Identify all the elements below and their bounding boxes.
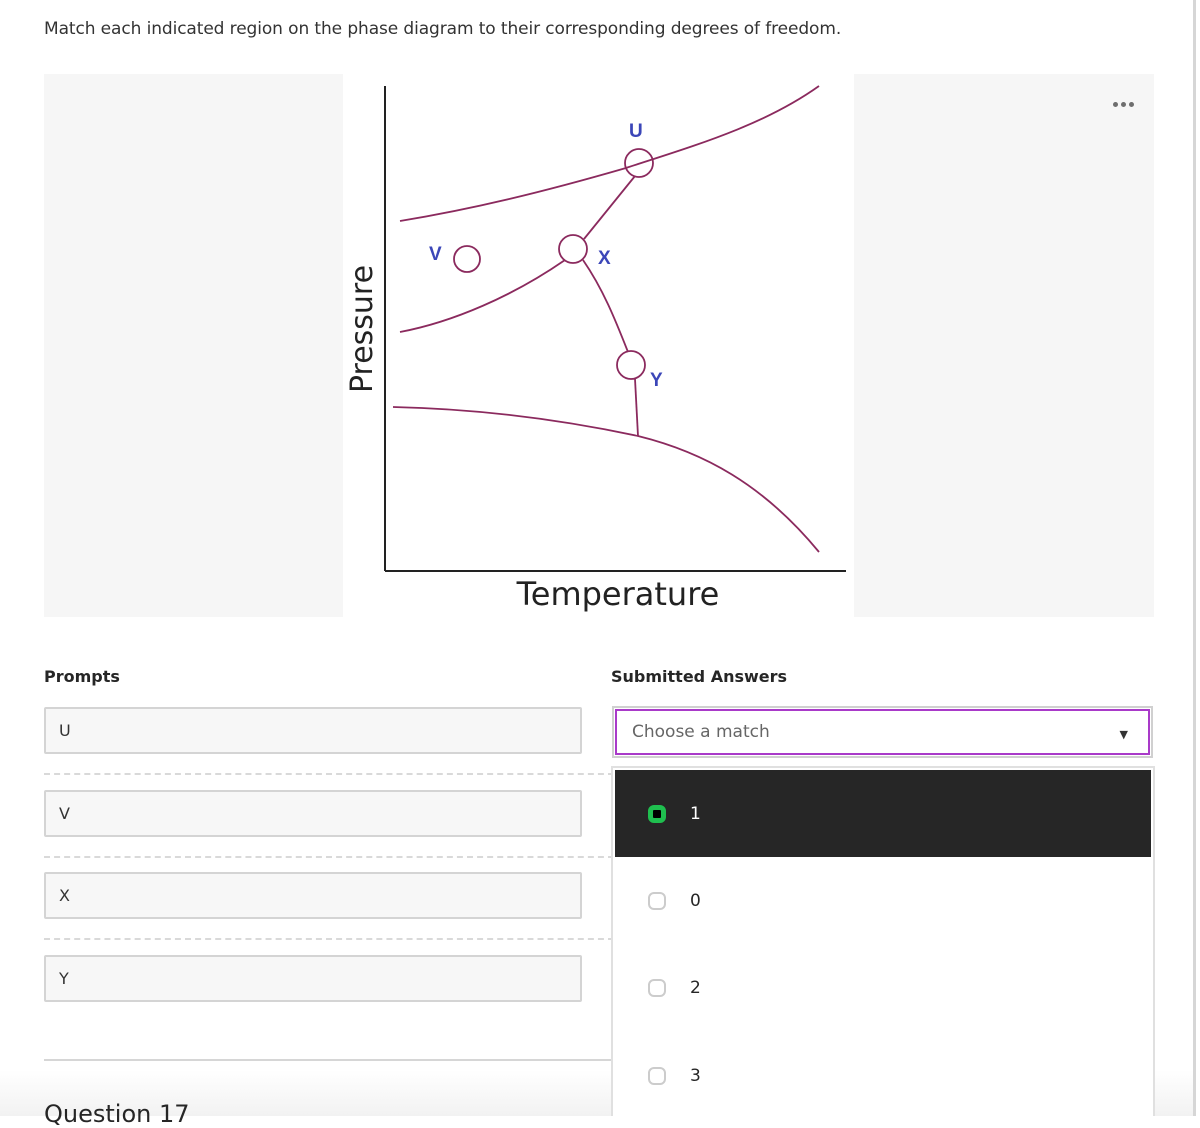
tie-line-x-y bbox=[582, 259, 629, 353]
submitted-answers-heading: Submitted Answers bbox=[611, 667, 788, 686]
radio-icon bbox=[648, 978, 666, 997]
section-divider bbox=[44, 1059, 614, 1061]
row-divider bbox=[44, 773, 614, 775]
page-scrollbar[interactable] bbox=[1193, 0, 1196, 1116]
radio-selected-icon bbox=[648, 804, 666, 823]
option-label: 2 bbox=[690, 977, 701, 998]
tie-line-y-lower bbox=[634, 378, 639, 437]
phase-boundary-lower bbox=[392, 406, 820, 553]
tie-line-u-x bbox=[583, 175, 636, 240]
y-axis-label: Pressure bbox=[345, 265, 380, 393]
point-v-marker bbox=[453, 245, 481, 273]
x-axis-label: Temperature bbox=[516, 575, 720, 613]
match-select-focus-ring: Choose a match ▼ bbox=[615, 709, 1150, 755]
more-horizontal-icon bbox=[1112, 101, 1118, 107]
match-option-0[interactable]: 0 bbox=[615, 857, 1151, 944]
match-select-placeholder: Choose a match bbox=[632, 722, 770, 742]
point-label-v: V bbox=[429, 244, 442, 265]
prompts-heading: Prompts bbox=[44, 667, 120, 686]
match-options-dropdown: 1 0 2 3 bbox=[611, 766, 1155, 1116]
image-more-options-button[interactable] bbox=[1108, 96, 1138, 112]
radio-icon bbox=[648, 1066, 666, 1085]
question-prompt: Match each indicated region on the phase… bbox=[44, 19, 842, 39]
chevron-down-icon: ▼ bbox=[1119, 728, 1128, 741]
next-question-heading: Question 17 bbox=[44, 1100, 190, 1128]
row-divider bbox=[44, 856, 614, 858]
option-label: 3 bbox=[690, 1065, 701, 1086]
phase-boundary-upper bbox=[399, 85, 820, 222]
phase-diagram: U V X Y Temperature Pressure bbox=[343, 74, 854, 617]
point-label-y: Y bbox=[650, 370, 663, 391]
prompt-item: Y bbox=[44, 955, 582, 1002]
row-divider bbox=[44, 938, 614, 940]
match-option-3[interactable]: 3 bbox=[615, 1032, 1151, 1119]
radio-icon bbox=[648, 891, 666, 910]
more-horizontal-icon-dot bbox=[1120, 101, 1126, 107]
phase-boundary-middle bbox=[399, 259, 566, 333]
point-label-u: U bbox=[629, 121, 643, 142]
prompt-item: X bbox=[44, 872, 582, 919]
match-option-2[interactable]: 2 bbox=[615, 944, 1151, 1031]
point-label-x: X bbox=[598, 248, 611, 269]
point-x-marker bbox=[558, 234, 588, 264]
prompt-item: V bbox=[44, 790, 582, 837]
point-y-marker bbox=[616, 350, 646, 380]
option-label: 1 bbox=[690, 803, 701, 824]
option-label: 0 bbox=[690, 890, 701, 911]
more-horizontal-icon-dot bbox=[1128, 101, 1134, 107]
prompt-item: U bbox=[44, 707, 582, 754]
match-select-u[interactable]: Choose a match ▼ bbox=[612, 706, 1153, 758]
match-option-1[interactable]: 1 bbox=[615, 770, 1151, 857]
